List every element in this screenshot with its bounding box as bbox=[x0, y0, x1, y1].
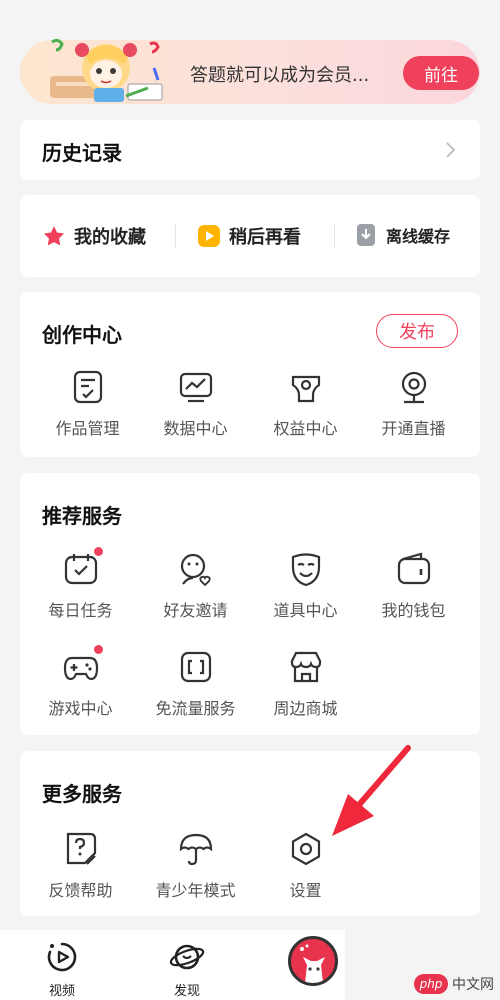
cat-mascot-icon bbox=[300, 944, 325, 983]
feedback-help-label: 反馈帮助 bbox=[48, 881, 113, 900]
free-data-service-label: 免流量服务 bbox=[155, 699, 236, 718]
creation-center-card: 创作中心 发布 作品管理 数据中心 权益中心 开通直播 bbox=[20, 292, 480, 457]
props-center-label: 道具中心 bbox=[273, 601, 338, 620]
start-live-label: 开通直播 bbox=[381, 419, 446, 438]
benefits-center-label: 权益中心 bbox=[273, 419, 338, 438]
start-live-button[interactable]: 开通直播 bbox=[356, 369, 471, 439]
history-title: 历史记录 bbox=[42, 141, 122, 165]
divider bbox=[334, 225, 335, 247]
tab-discover-label: 发现 bbox=[173, 984, 200, 999]
props-center-button[interactable]: 道具中心 bbox=[248, 551, 363, 621]
favorites-label: 我的收藏 bbox=[74, 227, 146, 248]
camera-icon bbox=[401, 371, 426, 404]
benefits-icon bbox=[291, 375, 320, 403]
watch-later-button[interactable]: 稍后再看 bbox=[197, 223, 301, 249]
history-card[interactable]: 历史记录 bbox=[20, 120, 480, 180]
tab-video[interactable]: 视频 bbox=[32, 940, 92, 999]
publish-button[interactable]: 发布 bbox=[376, 314, 458, 348]
quick-actions-card: 我的收藏 稍后再看 离线缓存 bbox=[20, 195, 480, 277]
my-wallet-button[interactable]: 我的钱包 bbox=[356, 551, 471, 621]
notification-dot bbox=[93, 645, 103, 654]
invite-friend-icon bbox=[180, 553, 211, 587]
calendar-check-icon bbox=[63, 547, 103, 587]
benefits-center-button[interactable]: 权益中心 bbox=[248, 369, 363, 439]
youth-mode-button[interactable]: 青少年模式 bbox=[138, 831, 253, 901]
feedback-icon bbox=[66, 832, 96, 865]
star-icon bbox=[44, 226, 64, 246]
merch-store-button[interactable]: 周边商城 bbox=[248, 649, 363, 719]
mascot-illustration bbox=[50, 38, 163, 102]
favorites-button[interactable]: 我的收藏 bbox=[42, 223, 146, 249]
more-services-title: 更多服务 bbox=[42, 782, 122, 806]
play-later-icon bbox=[198, 225, 220, 247]
youth-mode-label: 青少年模式 bbox=[155, 881, 236, 900]
umbrella-icon bbox=[179, 833, 212, 866]
divider bbox=[175, 225, 176, 247]
data-center-label: 数据中心 bbox=[163, 419, 228, 438]
game-center-button[interactable]: 游戏中心 bbox=[23, 645, 138, 719]
data-center-button[interactable]: 数据中心 bbox=[138, 369, 253, 439]
annotation-arrow bbox=[332, 745, 411, 836]
tab-video-label: 视频 bbox=[48, 984, 75, 999]
watermark-text: 中文网 bbox=[452, 977, 494, 993]
free-data-service-button[interactable]: 免流量服务 bbox=[138, 649, 253, 719]
tab-discover[interactable]: 发现 bbox=[157, 940, 217, 999]
offline-cache-button[interactable]: 离线缓存 bbox=[354, 223, 450, 247]
recommended-services-title: 推荐服务 bbox=[42, 504, 122, 528]
notification-dot bbox=[93, 547, 103, 556]
mask-icon bbox=[291, 553, 320, 587]
gamepad-icon bbox=[63, 645, 103, 685]
game-center-label: 游戏中心 bbox=[48, 699, 113, 718]
invite-friends-label: 好友邀请 bbox=[163, 601, 228, 620]
banner-go-button[interactable]: 前往 bbox=[403, 56, 479, 90]
settings-label: 设置 bbox=[289, 881, 322, 900]
watermark-logo: php bbox=[414, 974, 448, 994]
planet-icon bbox=[169, 944, 205, 970]
recommended-services-card: 推荐服务 每日任务 好友邀请 道具中心 我的钱包 游戏中心 免流量服务 周边商城 bbox=[20, 473, 480, 735]
daily-tasks-label: 每日任务 bbox=[48, 601, 113, 620]
watch-later-label: 稍后再看 bbox=[229, 227, 301, 248]
feedback-help-button[interactable]: 反馈帮助 bbox=[23, 831, 138, 901]
chevron-right-icon bbox=[446, 142, 456, 158]
sim-icon bbox=[180, 651, 211, 683]
works-manage-button[interactable]: 作品管理 bbox=[30, 369, 145, 439]
avatar[interactable] bbox=[288, 936, 338, 986]
works-icon bbox=[73, 370, 102, 404]
invite-friends-button[interactable]: 好友邀请 bbox=[138, 551, 253, 621]
merch-store-label: 周边商城 bbox=[273, 699, 338, 718]
banner-text: 答题就可以成为会员... bbox=[190, 65, 370, 86]
wallet-icon bbox=[397, 552, 430, 585]
daily-tasks-button[interactable]: 每日任务 bbox=[23, 547, 138, 621]
bottom-tab-bar: 视频 发现 bbox=[0, 930, 345, 1000]
my-wallet-label: 我的钱包 bbox=[381, 601, 446, 620]
store-icon bbox=[290, 651, 321, 683]
site-watermark: php 中文网 bbox=[414, 974, 494, 994]
creation-center-title: 创作中心 bbox=[42, 323, 122, 347]
download-icon bbox=[357, 224, 375, 246]
works-manage-label: 作品管理 bbox=[55, 419, 120, 438]
video-icon bbox=[47, 942, 77, 972]
member-quiz-banner[interactable]: 答题就可以成为会员... 前往 bbox=[20, 38, 480, 104]
chart-icon bbox=[179, 372, 212, 403]
offline-cache-label: 离线缓存 bbox=[386, 227, 451, 246]
